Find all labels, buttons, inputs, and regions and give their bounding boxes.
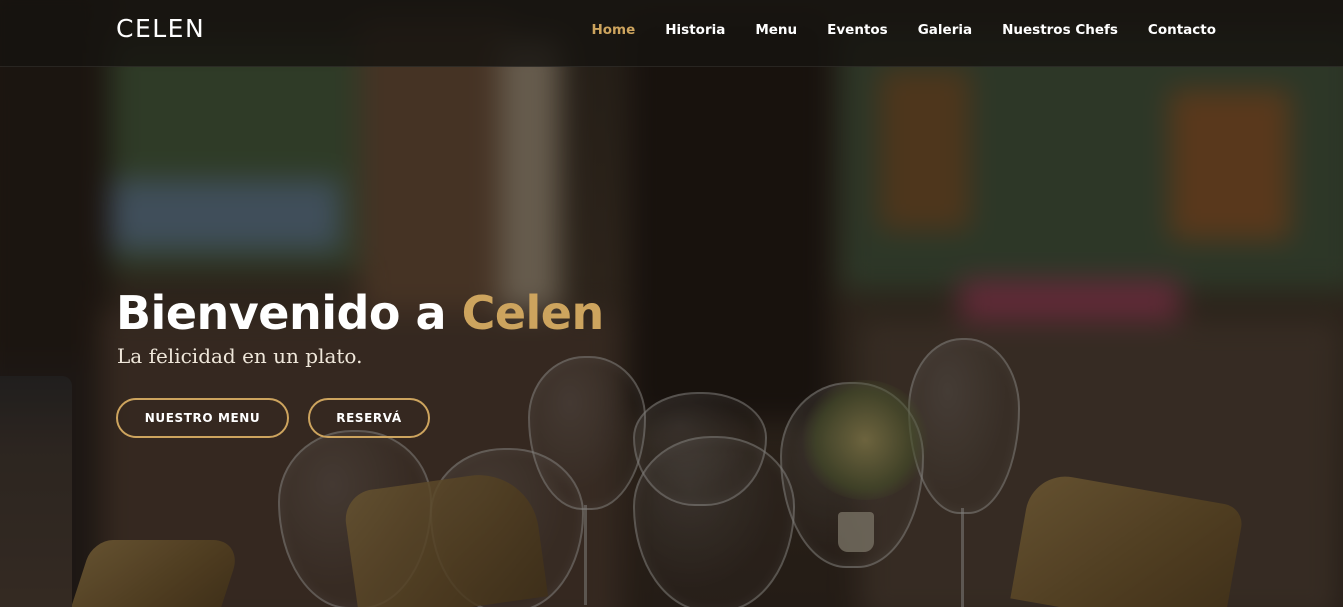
- nav-link-eventos[interactable]: Eventos: [812, 0, 903, 60]
- nav-link-chefs[interactable]: Nuestros Chefs: [987, 0, 1133, 60]
- hero-buttons: NUESTRO MENU RESERVÁ: [116, 398, 430, 438]
- nav-link-galeria[interactable]: Galeria: [903, 0, 987, 60]
- nav-link-menu[interactable]: Menu: [740, 0, 812, 60]
- hero-section: Bienvenido a Celen La felicidad en un pl…: [116, 282, 604, 438]
- nav-item-galeria: Galeria: [903, 0, 987, 60]
- hero-title: Bienvenido a Celen: [116, 282, 604, 344]
- nav-link-contacto[interactable]: Contacto: [1133, 0, 1231, 60]
- nav-item-contacto: Contacto: [1133, 0, 1231, 60]
- hero-subtitle: La felicidad en un plato.: [117, 344, 363, 368]
- nav-item-menu: Menu: [740, 0, 812, 60]
- page: CELEN Home Historia Menu Eventos Galeria…: [0, 0, 1343, 607]
- book-table-button[interactable]: RESERVÁ: [308, 398, 430, 438]
- hero-title-prefix: Bienvenido a: [116, 286, 462, 340]
- nav-item-home: Home: [576, 0, 650, 60]
- nav-item-eventos: Eventos: [812, 0, 903, 60]
- site-header: CELEN Home Historia Menu Eventos Galeria…: [0, 0, 1343, 67]
- nav-item-chefs: Nuestros Chefs: [987, 0, 1133, 60]
- main-nav: Home Historia Menu Eventos Galeria Nuest…: [576, 0, 1231, 60]
- logo-link[interactable]: CELEN: [116, 14, 205, 43]
- nav-link-home[interactable]: Home: [576, 0, 650, 60]
- nav-item-historia: Historia: [650, 0, 740, 60]
- our-menu-button[interactable]: NUESTRO MENU: [116, 398, 289, 438]
- nav-link-historia[interactable]: Historia: [650, 0, 740, 60]
- hero-title-highlight: Celen: [461, 286, 605, 340]
